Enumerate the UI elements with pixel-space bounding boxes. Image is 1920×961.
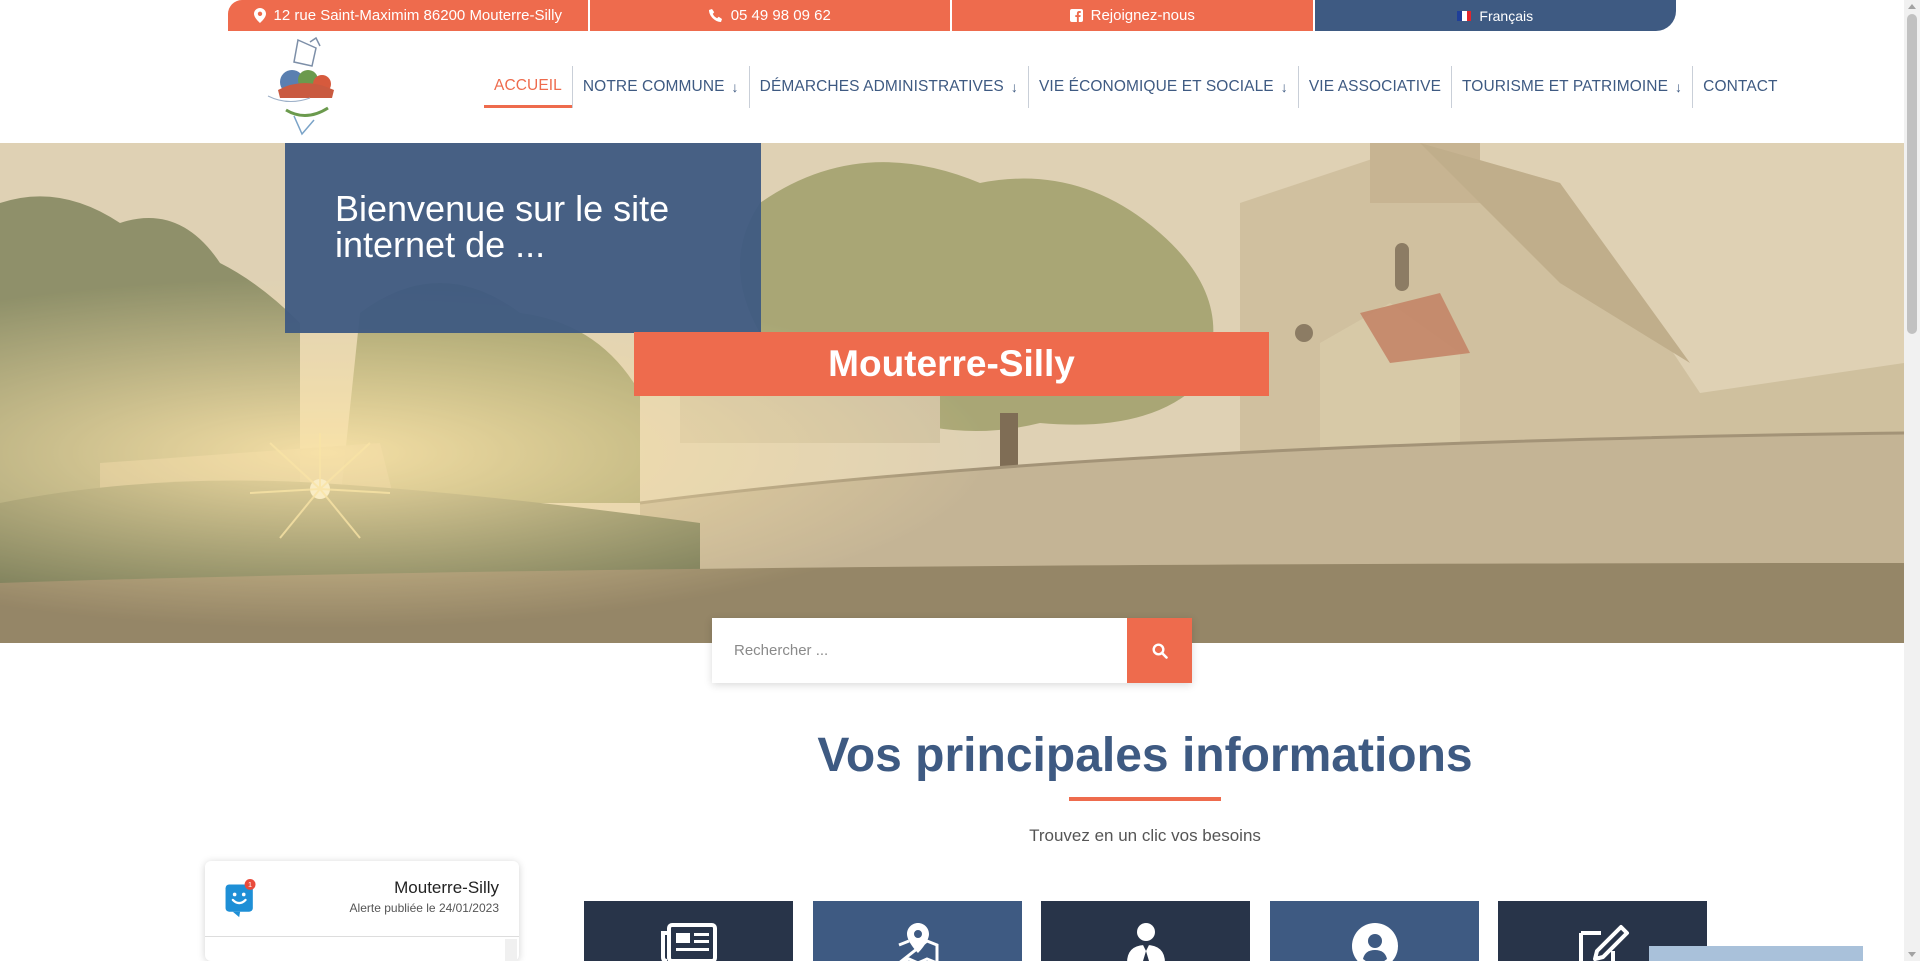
- town-banner: Mouterre-Silly: [634, 332, 1269, 396]
- arrow-down-icon: ↓: [1280, 79, 1288, 95]
- address-text: 12 rue Saint-Maximim 86200 Mouterre-Sill…: [273, 7, 562, 24]
- top-bar: 12 rue Saint-Maximim 86200 Mouterre-Sill…: [228, 0, 1676, 31]
- french-flag-icon: [1457, 10, 1472, 21]
- facebook-link[interactable]: Rejoignez-nous: [952, 0, 1313, 31]
- phone-bar-item[interactable]: 05 49 98 09 62: [589, 0, 950, 31]
- tile-mairie[interactable]: [1041, 901, 1250, 961]
- nav-item-vie-economique[interactable]: VIE ÉCONOMIQUE ET SOCIALE ↓: [1027, 66, 1298, 108]
- nav-label: NOTRE COMMUNE: [582, 78, 725, 95]
- alert-title: Mouterre-Silly: [394, 878, 499, 897]
- language-selector[interactable]: Français: [1314, 0, 1676, 31]
- nav-label: ACCUEIL: [494, 76, 562, 94]
- nav-label: VIE ASSOCIATIVE: [1308, 78, 1442, 95]
- search-input[interactable]: [712, 618, 1127, 683]
- nav-item-vie-associative[interactable]: VIE ASSOCIATIVE: [1297, 66, 1451, 108]
- search-bar: [712, 618, 1192, 683]
- page-scrollbar[interactable]: [1904, 0, 1920, 961]
- title-underline: [1069, 797, 1221, 801]
- nav-label: TOURISME ET PATRIMOINE: [1462, 78, 1669, 95]
- arrow-down-icon: ↓: [1675, 79, 1683, 95]
- logo-graphic: [267, 36, 334, 136]
- tile-map[interactable]: [813, 901, 1022, 961]
- alert-badge: 1: [248, 880, 252, 889]
- tile-news[interactable]: [584, 901, 793, 961]
- edit-icon: [1578, 925, 1629, 961]
- join-text: Rejoignez-nous: [1090, 7, 1195, 24]
- scroll-up-icon[interactable]: [1908, 4, 1916, 9]
- search-button[interactable]: [1127, 618, 1192, 683]
- nav-item-accueil[interactable]: ACCUEIL: [484, 66, 572, 108]
- alert-scrollbar[interactable]: [505, 939, 517, 961]
- facebook-icon: [1069, 9, 1083, 22]
- nav-label: VIE ÉCONOMIQUE ET SOCIALE: [1038, 78, 1274, 95]
- nav-label: DÉMARCHES ADMINISTRATIVES: [759, 78, 1004, 95]
- alert-widget[interactable]: 1 Mouterre-Silly Alerte publiée le 24/01…: [205, 861, 519, 961]
- section-subtitle: Trouvez en un clic vos besoins: [1029, 826, 1261, 845]
- welcome-heading: Bienvenue sur le site internet de ...: [335, 188, 670, 265]
- scroll-down-icon[interactable]: [1908, 952, 1916, 957]
- main-nav: ACCUEIL NOTRE COMMUNE ↓ DÉMARCHES ADMINI…: [484, 66, 1788, 108]
- welcome-box: Bienvenue sur le site internet de ...: [285, 143, 761, 333]
- search-icon: [1151, 642, 1168, 659]
- scrollbar-thumb[interactable]: [1907, 14, 1917, 334]
- nav-label: CONTACT: [1703, 78, 1778, 95]
- alert-date: Alerte publiée le 24/01/2023: [349, 901, 499, 915]
- cookie-banner-edge[interactable]: [1649, 946, 1863, 961]
- town-name: Mouterre-Silly: [828, 343, 1075, 384]
- section-title: Vos principales informations: [817, 729, 1473, 782]
- nav-item-demarches[interactable]: DÉMARCHES ADMINISTRATIVES ↓: [748, 66, 1028, 108]
- location-pin-icon: [253, 8, 266, 23]
- arrow-down-icon: ↓: [731, 79, 739, 95]
- newspaper-icon: [660, 923, 717, 961]
- alert-app-icon: 1: [225, 879, 256, 918]
- map-pin-icon: [897, 923, 938, 961]
- phone-icon: [708, 8, 722, 22]
- site-logo[interactable]: [258, 36, 350, 136]
- language-label: Français: [1479, 7, 1534, 24]
- arrow-down-icon: ↓: [1010, 79, 1018, 95]
- nav-item-contact[interactable]: CONTACT: [1692, 66, 1787, 108]
- person-tie-icon: [1126, 923, 1165, 961]
- user-circle-icon: [1351, 923, 1398, 961]
- nav-item-notre-commune[interactable]: NOTRE COMMUNE ↓: [571, 66, 749, 108]
- divider: [205, 936, 519, 937]
- address-bar-item[interactable]: 12 rue Saint-Maximim 86200 Mouterre-Sill…: [228, 0, 588, 31]
- phone-text: 05 49 98 09 62: [730, 7, 831, 24]
- nav-item-tourisme[interactable]: TOURISME ET PATRIMOINE ↓: [1451, 66, 1692, 108]
- tile-account[interactable]: [1270, 901, 1479, 961]
